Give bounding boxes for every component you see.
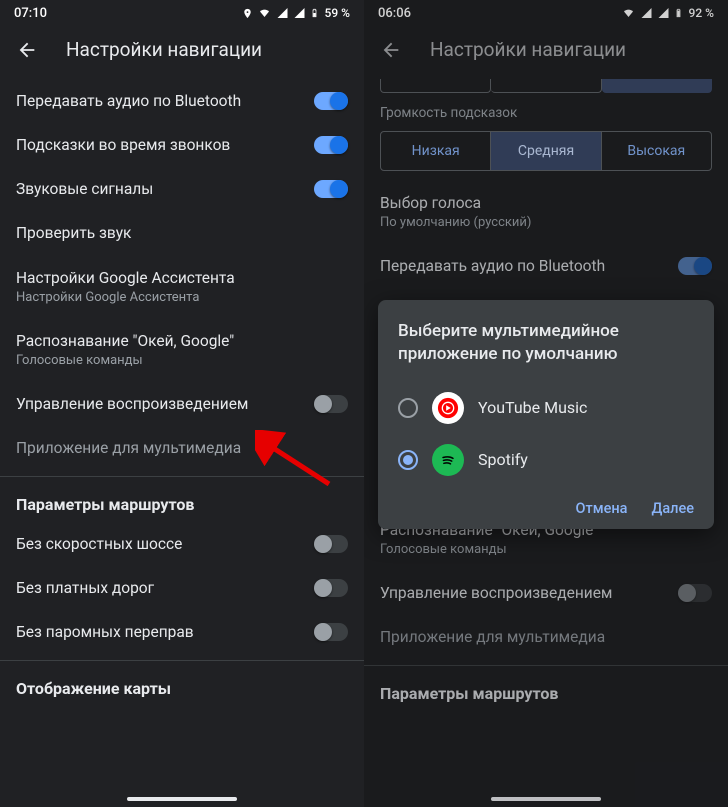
row-bluetooth-audio[interactable]: Передавать аудио по Bluetooth <box>0 79 364 123</box>
row-no-tolls[interactable]: Без платных дорог <box>0 566 364 610</box>
row-sublabel: Голосовые команды <box>380 542 598 559</box>
wifi-icon <box>621 7 636 19</box>
row-call-hints[interactable]: Подсказки во время звонков <box>0 123 364 167</box>
row-no-ferries[interactable]: Без паромных переправ <box>0 610 364 654</box>
volume-low[interactable]: Низкая <box>381 132 491 170</box>
cancel-button[interactable]: Отмена <box>576 500 628 517</box>
phone-right: 06:06 92 % Настройки навигации Громкость… <box>364 0 728 807</box>
toggle-playback-control[interactable] <box>678 584 712 602</box>
dialog-actions: Отмена Далее <box>398 486 694 517</box>
row-ok-google[interactable]: Распознавание "Окей, Google" Голосовые к… <box>0 319 364 382</box>
status-icons: 59 % <box>242 6 350 20</box>
battery-icon <box>310 6 319 20</box>
location-icon <box>242 7 253 20</box>
battery-text: 59 % <box>325 6 350 20</box>
option-label: YouTube Music <box>478 398 587 417</box>
toggle-call-hints[interactable] <box>314 136 348 154</box>
row-label: Выбор голоса <box>380 193 531 213</box>
signal-icon <box>276 7 289 19</box>
row-test-sound[interactable]: Проверить звук <box>0 211 364 255</box>
battery-icon <box>674 6 683 20</box>
nav-bar <box>364 789 728 807</box>
status-icons: 92 % <box>621 6 714 20</box>
row-label: Приложение для мультимедиа <box>380 627 605 647</box>
partial-segment-row <box>364 79 728 103</box>
dialog-option-spotify[interactable]: Spotify <box>398 434 694 486</box>
status-bar: 07:10 59 % <box>0 0 364 26</box>
radio-selected[interactable] <box>398 450 418 470</box>
volume-mid[interactable]: Средняя <box>491 132 601 170</box>
volume-high[interactable]: Высокая <box>602 132 711 170</box>
row-label: Без скоростных шоссе <box>16 534 182 554</box>
volume-label: Громкость подсказок <box>364 103 728 131</box>
row-label: Передавать аудио по Bluetooth <box>380 256 605 276</box>
page-title: Настройки навигации <box>430 38 626 61</box>
radio-unselected[interactable] <box>398 398 418 418</box>
signal-icon-2 <box>657 7 670 19</box>
section-map-title: Отображение карты <box>0 661 364 706</box>
row-label: Подсказки во время звонков <box>16 135 230 155</box>
back-button[interactable] <box>380 39 402 61</box>
row-assistant-settings[interactable]: Настройки Google Ассистента Настройки Go… <box>0 256 364 319</box>
youtube-music-icon <box>432 392 464 424</box>
row-label: Без паромных переправ <box>16 622 194 642</box>
row-sound-signals[interactable]: Звуковые сигналы <box>0 167 364 211</box>
toggle-bluetooth-audio[interactable] <box>314 92 348 110</box>
option-label: Spotify <box>478 450 528 469</box>
row-label: Звуковые сигналы <box>16 179 153 199</box>
signal-icon-2 <box>293 7 306 19</box>
row-label: Настройки Google Ассистента <box>16 268 235 288</box>
row-label: Приложение для мультимедиа <box>16 438 241 458</box>
section-routes-title: Параметры маршрутов <box>0 477 364 522</box>
wifi-icon <box>257 7 272 19</box>
nav-pill[interactable] <box>491 797 601 801</box>
media-app-dialog: Выберите мультимедийное приложение по ум… <box>378 300 714 529</box>
toggle-sound-signals[interactable] <box>314 180 348 198</box>
toggle-no-ferries[interactable] <box>314 623 348 641</box>
nav-pill[interactable] <box>127 797 237 801</box>
app-bar: Настройки навигации <box>364 26 728 79</box>
status-bar: 06:06 92 % <box>364 0 728 26</box>
signal-icon <box>640 7 653 19</box>
row-playback-control[interactable]: Управление воспроизведением <box>364 571 728 615</box>
settings-list: Передавать аудио по Bluetooth Подсказки … <box>0 79 364 789</box>
section-routes-title: Параметры маршрутов <box>364 666 728 711</box>
page-title: Настройки навигации <box>66 38 262 61</box>
status-time: 06:06 <box>378 6 411 21</box>
row-voice-select[interactable]: Выбор голоса По умолчанию (русский) <box>364 181 728 244</box>
dialog-title: Выберите мультимедийное приложение по ум… <box>398 320 694 366</box>
row-label: Распознавание "Окей, Google" <box>16 331 234 351</box>
row-label: Управление воспроизведением <box>380 583 612 603</box>
toggle-playback-control[interactable] <box>314 395 348 413</box>
row-no-highways[interactable]: Без скоростных шоссе <box>0 522 364 566</box>
row-playback-control[interactable]: Управление воспроизведением <box>0 382 364 426</box>
app-bar: Настройки навигации <box>0 26 364 79</box>
nav-bar <box>0 789 364 807</box>
row-sublabel: По умолчанию (русский) <box>380 215 531 232</box>
row-label: Управление воспроизведением <box>16 394 248 414</box>
phone-left: 07:10 59 % Настройки навигации Передават… <box>0 0 364 807</box>
volume-segment: Низкая Средняя Высокая <box>380 131 712 171</box>
row-sublabel: Голосовые команды <box>16 353 234 370</box>
toggle-no-highways[interactable] <box>314 535 348 553</box>
row-media-app[interactable]: Приложение для мультимедиа <box>0 426 364 470</box>
row-label: Передавать аудио по Bluetooth <box>16 91 241 111</box>
back-button[interactable] <box>16 39 38 61</box>
row-label: Проверить звук <box>16 223 131 243</box>
toggle-bluetooth-audio[interactable] <box>678 257 712 275</box>
row-label: Без платных дорог <box>16 578 154 598</box>
battery-text: 92 % <box>689 6 714 20</box>
spotify-icon <box>432 444 464 476</box>
status-time: 07:10 <box>14 6 47 21</box>
row-sublabel: Настройки Google Ассистента <box>16 290 235 307</box>
toggle-no-tolls[interactable] <box>314 579 348 597</box>
row-media-app[interactable]: Приложение для мультимедиа <box>364 615 728 659</box>
dialog-option-youtube-music[interactable]: YouTube Music <box>398 382 694 434</box>
row-bluetooth-audio[interactable]: Передавать аудио по Bluetooth <box>364 244 728 288</box>
next-button[interactable]: Далее <box>651 500 694 517</box>
